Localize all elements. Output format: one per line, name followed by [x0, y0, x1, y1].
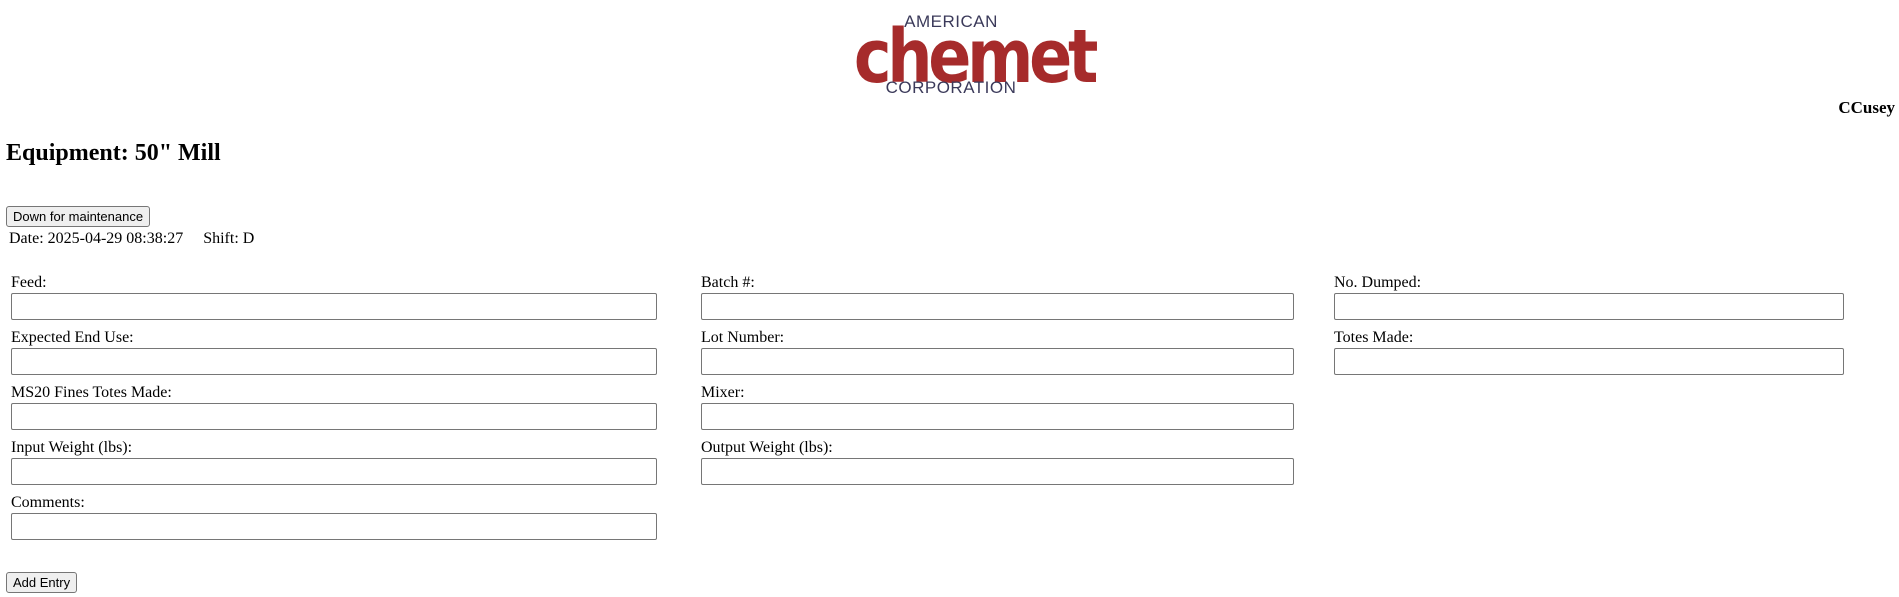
date-text: Date: 2025-04-29 08:38:27 — [9, 230, 184, 247]
fines-totes-field: MS20 Fines Totes Made: — [11, 384, 657, 430]
output-weight-label: Output Weight (lbs): — [701, 439, 833, 456]
output-weight-field: Output Weight (lbs): — [701, 439, 1294, 485]
batch-input[interactable] — [701, 293, 1294, 320]
end-use-input[interactable] — [11, 348, 657, 375]
fines-totes-label: MS20 Fines Totes Made: — [11, 384, 172, 401]
end-use-field: Expected End Use: — [11, 329, 657, 375]
input-weight-input[interactable] — [11, 458, 657, 485]
totes-made-input[interactable] — [1334, 348, 1844, 375]
totes-made-field: Totes Made: — [1334, 329, 1844, 375]
logo-bottom-text: CORPORATION — [885, 78, 1017, 97]
mixer-label: Mixer: — [701, 384, 745, 401]
comments-input[interactable] — [11, 513, 657, 540]
totes-made-label: Totes Made: — [1334, 329, 1414, 346]
input-weight-label: Input Weight (lbs): — [11, 439, 133, 456]
feed-label: Feed: — [11, 274, 47, 291]
dumped-input[interactable] — [1334, 293, 1844, 320]
mixer-input[interactable] — [701, 403, 1294, 430]
batch-label: Batch #: — [701, 274, 755, 291]
lot-number-label: Lot Number: — [701, 329, 785, 346]
add-entry-button[interactable]: Add Entry — [6, 572, 78, 593]
entry-meta: Date: 2025-04-29 08:38:27 Shift: D — [9, 229, 254, 249]
lot-number-input[interactable] — [701, 348, 1294, 375]
batch-field: Batch #: — [701, 274, 1294, 320]
comments-label: Comments: — [11, 494, 85, 511]
page-title: Equipment: 50" Mill — [6, 140, 221, 166]
shift-text: Shift: D — [203, 230, 255, 247]
down-for-maintenance-button[interactable]: Down for maintenance — [6, 206, 151, 227]
input-weight-field: Input Weight (lbs): — [11, 439, 657, 485]
fines-totes-input[interactable] — [11, 403, 657, 430]
feed-input[interactable] — [11, 293, 657, 320]
dumped-field: No. Dumped: — [1334, 274, 1844, 320]
lot-number-field: Lot Number: — [701, 329, 1294, 375]
mixer-field: Mixer: — [701, 384, 1294, 430]
company-logo: AMERICAN chemet CORPORATION — [838, 12, 1099, 100]
output-weight-input[interactable] — [701, 458, 1294, 485]
feed-field: Feed: — [11, 274, 657, 320]
username: CCusey — [1838, 98, 1895, 117]
comments-field: Comments: — [11, 494, 657, 540]
dumped-label: No. Dumped: — [1334, 274, 1422, 291]
end-use-label: Expected End Use: — [11, 329, 134, 346]
